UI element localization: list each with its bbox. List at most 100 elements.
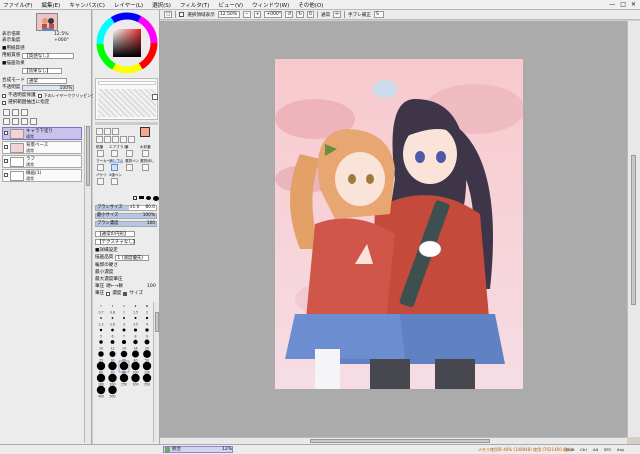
brush-size-dot[interactable] bbox=[100, 305, 102, 307]
brush-size-dot[interactable] bbox=[108, 385, 117, 395]
brush-size-dot[interactable] bbox=[112, 305, 113, 307]
pressure-size-checkbox[interactable] bbox=[123, 292, 128, 296]
brush-size-dot[interactable] bbox=[122, 328, 126, 332]
canvas-vertical-scrollbar[interactable] bbox=[627, 21, 640, 437]
layer-scrollbar[interactable] bbox=[84, 125, 91, 443]
select-eraser-icon[interactable] bbox=[142, 164, 149, 171]
color-wheel[interactable] bbox=[95, 11, 159, 75]
brush-size-dot[interactable] bbox=[119, 361, 129, 371]
new-folder-icon[interactable] bbox=[21, 109, 28, 116]
brush-size-scrollbar[interactable] bbox=[153, 302, 159, 442]
brush-size-dot[interactable] bbox=[110, 340, 115, 344]
brush-size-dot[interactable] bbox=[120, 350, 128, 358]
document-tab[interactable]: 統合 12% bbox=[163, 446, 233, 453]
move-icon[interactable] bbox=[96, 136, 103, 143]
menu-window[interactable]: ウィンドウ(W) bbox=[252, 1, 289, 9]
canvas-area[interactable] bbox=[160, 21, 627, 437]
navigator-thumbnail[interactable] bbox=[36, 13, 58, 31]
watercolor-icon[interactable] bbox=[142, 150, 149, 157]
brush-size-dot[interactable] bbox=[146, 305, 148, 307]
zoom-tool-icon[interactable] bbox=[104, 136, 111, 143]
stabilizer-select[interactable]: S bbox=[373, 11, 384, 18]
effect-select[interactable]: 【効果なし】 bbox=[22, 68, 62, 74]
visibility-icon[interactable] bbox=[4, 159, 8, 163]
shape-square-icon[interactable] bbox=[133, 196, 137, 200]
eyedropper-icon[interactable] bbox=[128, 136, 135, 143]
brush-shape-select[interactable]: 【通常の円形】 bbox=[95, 231, 135, 237]
rotation-field[interactable]: +000° bbox=[264, 11, 283, 18]
layer-item[interactable]: 線画(1) 通常 bbox=[2, 169, 82, 182]
delete-layer-icon[interactable] bbox=[30, 118, 37, 125]
menu-canvas[interactable]: キャンバス(C) bbox=[69, 1, 105, 9]
quality-select[interactable]: 1 (速度優先) bbox=[115, 255, 150, 261]
blend-select[interactable]: 通常 bbox=[26, 78, 67, 84]
clear-layer-icon[interactable] bbox=[21, 118, 28, 125]
flip-icon[interactable]: ⇔ bbox=[333, 11, 341, 18]
reset-rotation-icon[interactable]: 0 bbox=[306, 11, 314, 18]
rotate-tool-icon[interactable] bbox=[112, 136, 119, 143]
zoom-out-button[interactable]: − bbox=[242, 11, 251, 18]
brush-size-dot[interactable] bbox=[96, 361, 106, 371]
artwork-canvas[interactable] bbox=[275, 59, 523, 389]
brush-size-dot[interactable] bbox=[134, 316, 137, 320]
new-layer-icon[interactable] bbox=[3, 109, 10, 116]
brush-size-dot[interactable] bbox=[108, 373, 117, 383]
shape-flat-icon[interactable] bbox=[139, 196, 144, 199]
menu-others[interactable]: その他(O) bbox=[298, 1, 323, 9]
selection-display-checkbox[interactable] bbox=[179, 12, 185, 17]
brush-size-dot[interactable] bbox=[96, 373, 106, 383]
foreground-color[interactable] bbox=[140, 127, 150, 137]
close-icon[interactable]: ✕ bbox=[631, 1, 636, 8]
brush-size-dot[interactable] bbox=[123, 305, 125, 307]
scrollbar-thumb[interactable] bbox=[86, 126, 90, 186]
airbrush-icon[interactable] bbox=[111, 150, 118, 157]
palette-toggle-icon[interactable] bbox=[152, 94, 158, 100]
selection-tool-icon[interactable] bbox=[96, 128, 103, 135]
binary-pen-icon[interactable] bbox=[111, 178, 118, 185]
brush-size-dot[interactable] bbox=[145, 316, 149, 320]
brush-size-dot[interactable] bbox=[109, 350, 116, 358]
visibility-icon[interactable] bbox=[4, 173, 8, 177]
visibility-icon[interactable] bbox=[4, 145, 8, 149]
brush-texture-select[interactable]: 【テクスチャなし】 bbox=[95, 239, 137, 245]
brush-size-dot[interactable] bbox=[96, 385, 106, 395]
menu-select[interactable]: 選択(S) bbox=[152, 1, 171, 9]
eraser-icon[interactable] bbox=[111, 164, 118, 171]
pressure-value[interactable]: 硬←→軟 bbox=[106, 284, 123, 290]
brush-size-dot[interactable] bbox=[133, 339, 138, 345]
brush-size-dot[interactable] bbox=[131, 373, 140, 383]
bucket-icon[interactable] bbox=[97, 178, 104, 185]
brush-size-dot[interactable] bbox=[99, 340, 103, 344]
new-canvas-icon[interactable]: ▢ bbox=[164, 11, 173, 18]
lasso-icon[interactable] bbox=[104, 128, 111, 135]
menu-layer[interactable]: レイヤー(L) bbox=[114, 1, 143, 9]
shape-large-icon[interactable] bbox=[153, 196, 159, 201]
scrollbar-thumb[interactable] bbox=[155, 312, 159, 332]
brush-size-dot[interactable] bbox=[132, 350, 139, 358]
brush-size-dot[interactable] bbox=[100, 317, 102, 319]
transfer-down-icon[interactable] bbox=[3, 118, 10, 125]
new-linework-layer-icon[interactable] bbox=[12, 109, 19, 116]
scratchpad[interactable] bbox=[98, 89, 156, 117]
layer-item[interactable]: キャラ下塗り 通常 bbox=[2, 127, 82, 140]
minimize-icon[interactable]: — bbox=[609, 1, 615, 8]
brush-size-dot[interactable] bbox=[144, 339, 150, 345]
zoom-in-button[interactable]: + bbox=[253, 11, 262, 18]
zoom-field[interactable]: 12.50% bbox=[217, 11, 240, 18]
min-size-slider[interactable]: 最小サイズ 100% bbox=[95, 213, 157, 219]
merge-down-icon[interactable] bbox=[12, 118, 19, 125]
brush-size-dot[interactable] bbox=[133, 328, 138, 332]
maximize-icon[interactable]: □ bbox=[620, 1, 626, 8]
hand-icon[interactable] bbox=[120, 136, 127, 143]
rotate-right-icon[interactable]: ↻ bbox=[296, 11, 304, 18]
brush-size-slider[interactable]: ブラシサイズ x1.0 80.0 bbox=[95, 205, 157, 211]
brush-size-dot[interactable] bbox=[98, 351, 104, 357]
menu-file[interactable]: ファイル(F) bbox=[3, 1, 32, 9]
shape-round-icon[interactable] bbox=[146, 196, 151, 200]
selection-source-checkbox[interactable] bbox=[2, 101, 6, 105]
mode-label[interactable]: 通常 bbox=[321, 12, 330, 18]
brush-size-dot[interactable] bbox=[142, 361, 152, 371]
brush-size-dot[interactable] bbox=[119, 373, 129, 383]
texture-select[interactable]: 【質感なし】 bbox=[22, 53, 75, 59]
brush-size-grid[interactable]: 0.7 0.8 1 1.5 22.3 2.6 3 3.5 45 6 7 8 910 12 14 16 2025 3… bbox=[95, 302, 155, 414]
